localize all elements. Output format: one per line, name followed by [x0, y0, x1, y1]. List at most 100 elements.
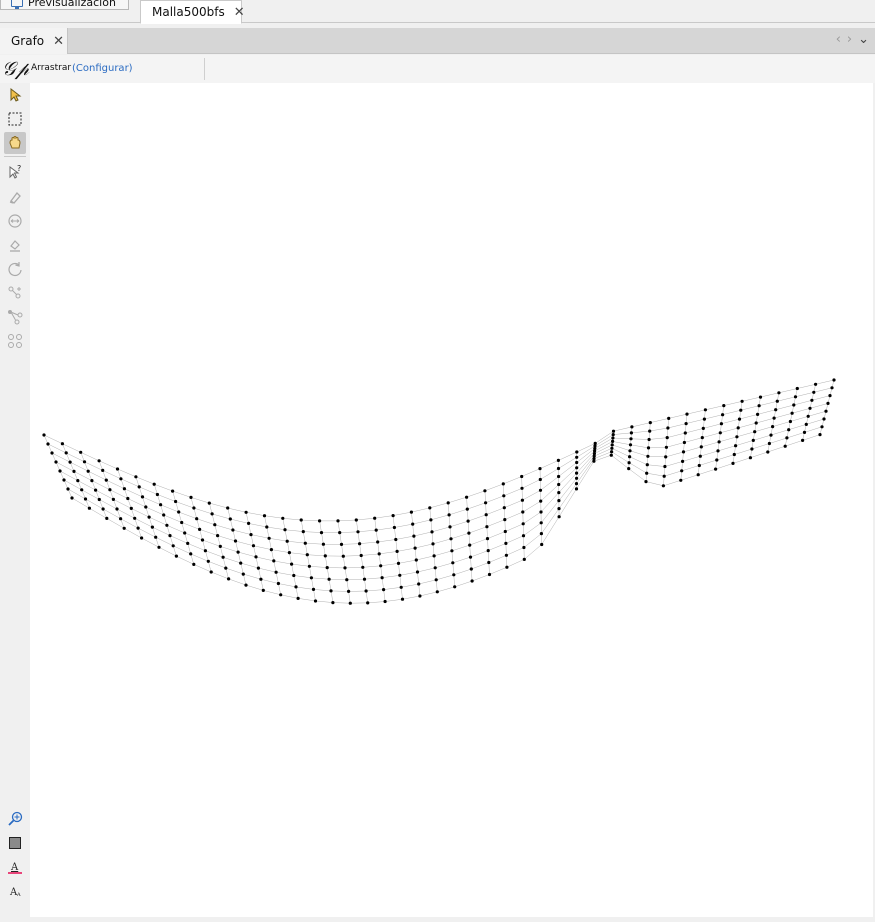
graph-node[interactable] — [685, 412, 689, 416]
configure-link[interactable]: (Configurar) — [72, 63, 133, 74]
close-icon[interactable]: ✕ — [234, 5, 245, 20]
graph-node[interactable] — [432, 554, 436, 558]
graph-node[interactable] — [76, 479, 80, 483]
graph-node[interactable] — [140, 495, 145, 499]
graph-node[interactable] — [521, 510, 525, 514]
graph-node[interactable] — [412, 534, 416, 538]
graph-node[interactable] — [810, 398, 814, 402]
graph-node[interactable] — [661, 484, 666, 488]
graph-node[interactable] — [392, 525, 396, 530]
graph-node[interactable] — [468, 555, 473, 559]
graph-node[interactable] — [484, 513, 488, 517]
graph-node[interactable] — [152, 482, 156, 486]
graph-node[interactable] — [86, 469, 90, 473]
graph-node[interactable] — [90, 479, 94, 483]
graph-node[interactable] — [133, 516, 137, 520]
graph-node[interactable] — [431, 542, 435, 546]
graph-node[interactable] — [366, 601, 370, 605]
paint-bucket-icon[interactable] — [4, 234, 26, 256]
graph-node[interactable] — [681, 459, 685, 463]
graph-node[interactable] — [134, 475, 138, 479]
graph-node[interactable] — [122, 526, 126, 530]
graph-node[interactable] — [485, 525, 489, 529]
drag-hand-icon[interactable] — [4, 132, 26, 154]
graph-node[interactable] — [792, 403, 796, 407]
graph-node[interactable] — [793, 395, 798, 399]
background-color-icon[interactable] — [4, 832, 26, 854]
graph-node[interactable] — [244, 583, 248, 587]
graph-node[interactable] — [757, 404, 761, 408]
tab-previsualizacion[interactable]: Previsualización — [0, 0, 129, 10]
graph-node[interactable] — [574, 487, 579, 491]
graph-node[interactable] — [213, 523, 217, 527]
graph-node[interactable] — [429, 518, 433, 522]
graph-node[interactable] — [241, 572, 245, 576]
graph-node[interactable] — [94, 488, 98, 492]
graph-node[interactable] — [557, 474, 561, 479]
graph-node[interactable] — [309, 576, 313, 580]
graph-node[interactable] — [430, 530, 434, 534]
graph-node[interactable] — [97, 459, 101, 463]
graph-node[interactable] — [483, 489, 487, 493]
graph-node[interactable] — [611, 436, 615, 440]
graph-node[interactable] — [485, 537, 490, 541]
graph-node[interactable] — [574, 482, 579, 486]
graph-node[interactable] — [140, 536, 144, 540]
graph-node[interactable] — [347, 589, 351, 593]
graph-node[interactable] — [539, 521, 543, 525]
graph-node[interactable] — [104, 478, 108, 482]
graph-node[interactable] — [200, 538, 205, 542]
graph-node[interactable] — [303, 541, 307, 545]
graph-node[interactable] — [415, 570, 420, 574]
graph-node[interactable] — [539, 499, 543, 503]
graph-node[interactable] — [719, 422, 724, 426]
graph-node[interactable] — [239, 561, 243, 565]
graph-node[interactable] — [183, 531, 187, 535]
graph-node[interactable] — [233, 539, 238, 543]
graph-node[interactable] — [468, 543, 472, 547]
label-color-icon[interactable]: A — [4, 856, 26, 878]
graph-node[interactable] — [382, 588, 386, 592]
graph-node[interactable] — [557, 482, 561, 487]
zoom-icon[interactable] — [4, 808, 26, 830]
graph-node[interactable] — [681, 450, 686, 454]
graph-node[interactable] — [254, 555, 258, 559]
graph-node[interactable] — [228, 517, 232, 521]
graph-node[interactable] — [664, 445, 669, 449]
graph-node[interactable] — [126, 496, 130, 501]
graph-node[interactable] — [465, 507, 469, 511]
graph-node[interactable] — [646, 454, 650, 458]
graph-node[interactable] — [783, 444, 787, 448]
graph-node[interactable] — [259, 577, 263, 581]
graph-node[interactable] — [129, 506, 133, 510]
graph-node[interactable] — [177, 510, 181, 514]
graph-node[interactable] — [806, 414, 810, 418]
graph-node[interactable] — [374, 528, 378, 532]
graph-node[interactable] — [777, 391, 781, 395]
graph-node[interactable] — [251, 544, 256, 548]
brush-icon[interactable] — [4, 186, 26, 208]
graph-node[interactable] — [119, 477, 123, 481]
graph-node[interactable] — [321, 542, 325, 546]
graph-node[interactable] — [361, 565, 365, 569]
graph-node[interactable] — [716, 449, 720, 453]
graph-node[interactable] — [575, 460, 579, 465]
graph-node[interactable] — [395, 549, 399, 553]
graph-node[interactable] — [296, 596, 300, 601]
graph-node[interactable] — [467, 531, 471, 535]
graph-node[interactable] — [538, 488, 543, 492]
graph-node[interactable] — [465, 495, 469, 499]
graph-node[interactable] — [466, 519, 470, 523]
graph-node[interactable] — [79, 450, 83, 454]
graph-node[interactable] — [413, 546, 417, 550]
graph-node[interactable] — [221, 555, 225, 559]
graph-node[interactable] — [722, 404, 726, 408]
graph-node[interactable] — [487, 560, 491, 565]
graph-node[interactable] — [697, 463, 701, 468]
graph-node[interactable] — [522, 545, 526, 550]
graph-node[interactable] — [557, 507, 561, 511]
graph-node[interactable] — [267, 536, 271, 540]
shortest-path-icon[interactable] — [4, 306, 26, 328]
graph-node[interactable] — [359, 553, 363, 558]
graph-node[interactable] — [700, 436, 704, 440]
